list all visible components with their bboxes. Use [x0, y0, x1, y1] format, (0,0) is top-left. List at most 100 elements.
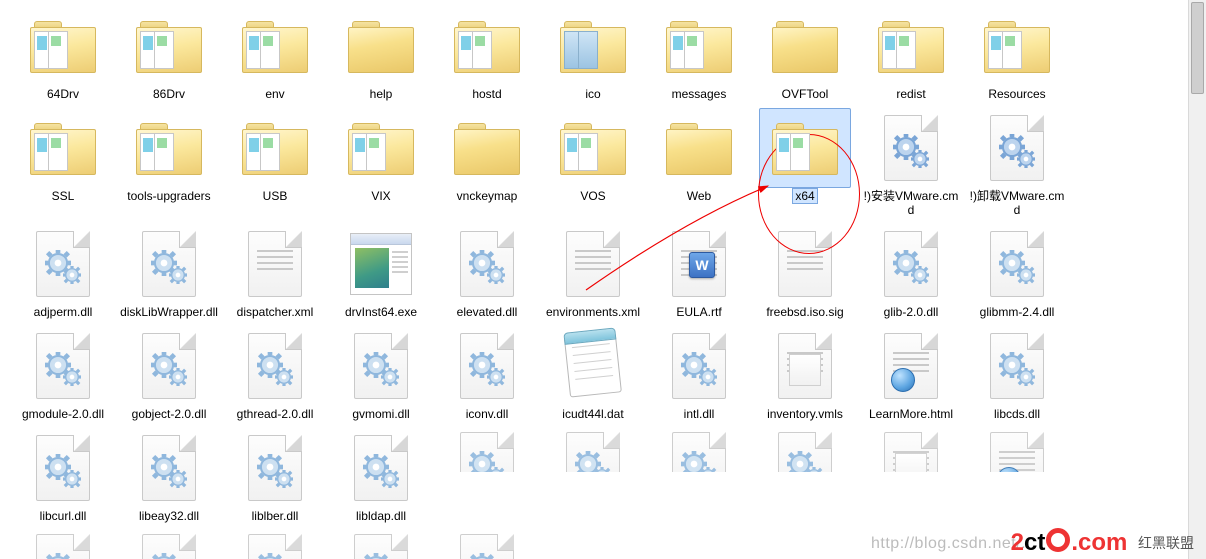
- folder-icon: [346, 119, 416, 177]
- file-item[interactable]: freebsd.iso.sig: [752, 224, 858, 326]
- folder-item[interactable]: messages: [646, 6, 752, 108]
- folder-item[interactable]: help: [328, 6, 434, 108]
- file-item[interactable]: intl.dll: [646, 326, 752, 428]
- file-item[interactable]: inventory.vmls: [752, 326, 858, 428]
- file-item[interactable]: gvmomi.dll: [328, 326, 434, 428]
- folder-icon: [982, 17, 1052, 75]
- file-item[interactable]: adjperm.dll: [10, 224, 116, 326]
- file-item[interactable]: gmodule-2.0.dll: [10, 326, 116, 428]
- folder-item[interactable]: ico: [540, 6, 646, 108]
- file-item[interactable]: libcds.dll: [964, 326, 1070, 428]
- dll-icon: [142, 231, 196, 297]
- explorer-icon-view[interactable]: 64Drv 86Drv env help hostd ico messages …: [0, 0, 1206, 559]
- file-item[interactable]: W EULA.rtf: [646, 224, 752, 326]
- folder-item[interactable]: redist: [858, 6, 964, 108]
- exe-icon: [350, 233, 412, 295]
- file-item[interactable]: gthread-2.0.dll: [222, 326, 328, 428]
- file-item[interactable]: [10, 530, 116, 559]
- file-item[interactable]: [116, 530, 222, 559]
- folder-icon: [346, 17, 416, 75]
- folder-item[interactable]: 86Drv: [116, 6, 222, 108]
- item-label: 64Drv: [44, 86, 82, 102]
- item-label: liblber.dll: [249, 508, 302, 524]
- folder-icon: [28, 119, 98, 177]
- item-label: icudt44l.dat: [559, 406, 626, 422]
- file-item[interactable]: LearnMore.html: [858, 326, 964, 428]
- folder-icon: [134, 119, 204, 177]
- item-label: diskLibWrapper.dll: [117, 304, 221, 320]
- item-label: libcurl.dll: [37, 508, 90, 524]
- item-label: adjperm.dll: [31, 304, 96, 320]
- file-item[interactable]: glib-2.0.dll: [858, 224, 964, 326]
- folder-item[interactable]: USB: [222, 108, 328, 224]
- file-item[interactable]: elevated.dll: [434, 224, 540, 326]
- item-label: vnckeymap: [454, 188, 521, 204]
- folder-item[interactable]: vnckeymap: [434, 108, 540, 224]
- folder-icon: [240, 17, 310, 75]
- xml-icon: [248, 231, 302, 297]
- dll-icon: [778, 432, 832, 472]
- folder-icon: [770, 17, 840, 75]
- file-item[interactable]: !)卸载VMware.cmd: [964, 108, 1070, 224]
- vertical-scrollbar[interactable]: [1188, 0, 1206, 559]
- item-label: elevated.dll: [454, 304, 521, 320]
- item-label: libldap.dll: [353, 508, 409, 524]
- dll-icon: [884, 231, 938, 297]
- file-item[interactable]: diskLibWrapper.dll: [116, 224, 222, 326]
- item-label: 86Drv: [150, 86, 188, 102]
- file-item[interactable]: libldap.dll: [328, 428, 434, 530]
- item-label: Resources: [985, 86, 1048, 102]
- file-item[interactable]: [222, 530, 328, 559]
- dll-icon: [142, 534, 196, 559]
- file-item[interactable]: liblber.dll: [222, 428, 328, 530]
- folder-item[interactable]: env: [222, 6, 328, 108]
- dll-icon: [990, 333, 1044, 399]
- item-label: inventory.vmls: [764, 406, 846, 422]
- folder-item[interactable]: Web: [646, 108, 752, 224]
- file-item[interactable]: drvInst64.exe: [328, 224, 434, 326]
- folder-item[interactable]: x64: [752, 108, 858, 224]
- folder-item[interactable]: hostd: [434, 6, 540, 108]
- folder-item[interactable]: 64Drv: [10, 6, 116, 108]
- file-item[interactable]: [540, 428, 646, 472]
- file-item[interactable]: dispatcher.xml: [222, 224, 328, 326]
- file-grid[interactable]: 64Drv 86Drv env help hostd ico messages …: [0, 0, 1176, 559]
- folder-item[interactable]: VIX: [328, 108, 434, 224]
- item-label: environments.xml: [543, 304, 643, 320]
- file-item[interactable]: environments.xml: [540, 224, 646, 326]
- item-label: tools-upgraders: [124, 188, 213, 204]
- file-item[interactable]: libcurl.dll: [10, 428, 116, 530]
- folder-item[interactable]: SSL: [10, 108, 116, 224]
- item-label: gvmomi.dll: [349, 406, 412, 422]
- item-label: iconv.dll: [463, 406, 511, 422]
- scrollbar-thumb[interactable]: [1191, 2, 1204, 94]
- file-item[interactable]: [646, 428, 752, 472]
- file-item[interactable]: [434, 530, 540, 559]
- file-item[interactable]: icudt44l.dat: [540, 326, 646, 428]
- file-item[interactable]: [434, 428, 540, 472]
- folder-item[interactable]: tools-upgraders: [116, 108, 222, 224]
- file-item[interactable]: gobject-2.0.dll: [116, 326, 222, 428]
- cmd-icon: [884, 115, 938, 181]
- folder-item[interactable]: OVFTool: [752, 6, 858, 108]
- file-item[interactable]: iconv.dll: [434, 326, 540, 428]
- file-item[interactable]: libeay32.dll: [116, 428, 222, 530]
- item-label: help: [367, 86, 396, 102]
- dll-icon: [248, 534, 302, 559]
- file-item[interactable]: [328, 530, 434, 559]
- file-item[interactable]: !)安装VMware.cmd: [858, 108, 964, 224]
- folder-icon: [664, 17, 734, 75]
- item-label: redist: [893, 86, 928, 102]
- folder-item[interactable]: Resources: [964, 6, 1070, 108]
- file-item[interactable]: [752, 428, 858, 472]
- item-label: intl.dll: [681, 406, 718, 422]
- dll-icon: [460, 231, 514, 297]
- file-item[interactable]: [964, 428, 1070, 472]
- file-item[interactable]: glibmm-2.4.dll: [964, 224, 1070, 326]
- folder-item[interactable]: VOS: [540, 108, 646, 224]
- item-label: freebsd.iso.sig: [763, 304, 846, 320]
- item-label: hostd: [469, 86, 504, 102]
- file-item[interactable]: [858, 428, 964, 472]
- cmd-icon: [990, 115, 1044, 181]
- item-label: EULA.rtf: [673, 304, 724, 320]
